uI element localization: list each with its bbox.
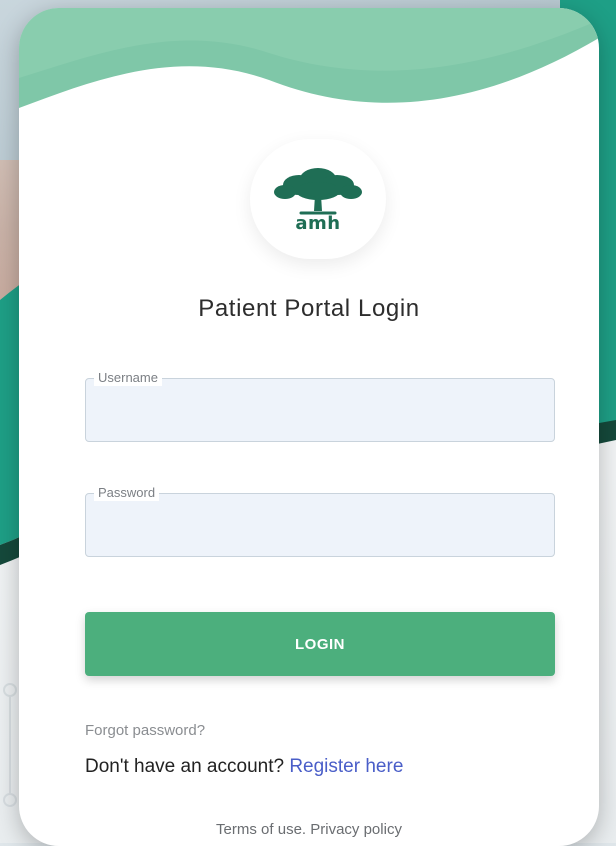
- login-button[interactable]: LOGIN: [85, 612, 555, 676]
- forgot-password-link[interactable]: Forgot password?: [85, 722, 205, 739]
- password-input[interactable]: [100, 516, 544, 546]
- username-label: Username: [94, 370, 162, 386]
- password-label: Password: [94, 485, 160, 501]
- header-wave: [19, 8, 599, 108]
- register-prompt: Don't have an account? Register here: [85, 756, 403, 778]
- terms-of-use-link[interactable]: Terms of use.: [216, 821, 306, 838]
- privacy-policy-link[interactable]: Privacy policy: [310, 821, 402, 838]
- oak-tree-icon: [274, 167, 362, 214]
- logo-text: amh: [295, 212, 341, 234]
- register-link[interactable]: Register here: [289, 756, 403, 777]
- footer-links: Terms of use. Privacy policy: [19, 821, 599, 838]
- login-card: amh Patient Portal Login Username Passwo…: [19, 8, 599, 846]
- no-account-text: Don't have an account?: [85, 756, 285, 777]
- username-field[interactable]: Username: [85, 370, 555, 442]
- username-input[interactable]: [100, 401, 544, 431]
- page-title: Patient Portal Login: [198, 295, 420, 322]
- password-field[interactable]: Password: [85, 485, 555, 557]
- brand-logo: amh: [250, 139, 386, 259]
